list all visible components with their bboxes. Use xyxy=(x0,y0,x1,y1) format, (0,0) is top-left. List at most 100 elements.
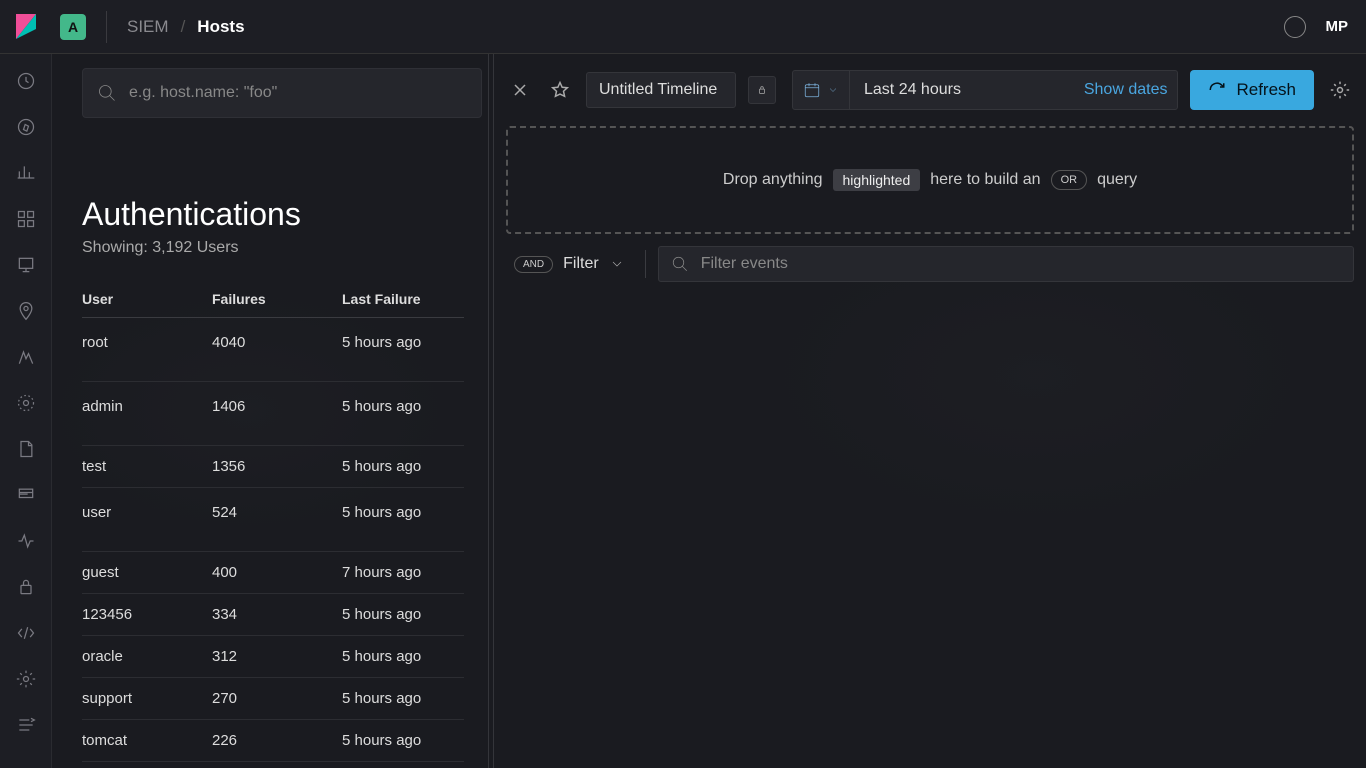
date-range-text: Last 24 hours xyxy=(850,81,1084,99)
table-row[interactable]: admin14065 hours ago xyxy=(82,382,464,446)
table-row[interactable]: test13565 hours ago xyxy=(82,446,464,488)
breadcrumb-sep: / xyxy=(181,17,186,37)
highlighted-pill: highlighted xyxy=(833,169,921,191)
main-area: Authentications Showing: 3,192 Users Use… xyxy=(52,54,1366,768)
close-timeline-button[interactable] xyxy=(506,76,534,104)
cell-last-failure: 5 hours ago xyxy=(342,334,464,351)
table-row[interactable]: user5245 hours ago xyxy=(82,488,464,552)
cell-user: root xyxy=(82,334,212,351)
divider xyxy=(106,11,107,43)
table-header: User Failures Last Failure xyxy=(82,281,464,318)
breadcrumb-hosts[interactable]: Hosts xyxy=(197,17,244,37)
maps-icon[interactable] xyxy=(15,300,37,322)
dev-tools-icon[interactable] xyxy=(15,622,37,644)
filter-row: AND Filter xyxy=(506,246,1354,282)
or-pill: OR xyxy=(1051,170,1088,190)
refresh-button[interactable]: Refresh xyxy=(1190,70,1314,110)
discover-icon[interactable] xyxy=(15,116,37,138)
filter-events-wrap[interactable] xyxy=(658,246,1354,282)
cell-user: oracle xyxy=(82,648,212,665)
visualize-icon[interactable] xyxy=(15,162,37,184)
filter-label: Filter xyxy=(563,255,599,273)
logs-icon[interactable] xyxy=(15,438,37,460)
favorite-star-icon[interactable] xyxy=(546,76,574,104)
drop-text-post: query xyxy=(1097,171,1137,189)
cell-failures: 226 xyxy=(212,732,342,749)
table-row[interactable]: oracle3125 hours ago xyxy=(82,636,464,678)
cell-last-failure: 5 hours ago xyxy=(342,606,464,623)
cell-failures: 4040 xyxy=(212,334,342,351)
cell-user: test xyxy=(82,458,212,475)
collapse-icon[interactable] xyxy=(15,714,37,736)
cell-user: support xyxy=(82,690,212,707)
col-user[interactable]: User xyxy=(82,291,212,307)
cell-failures: 334 xyxy=(212,606,342,623)
table-row[interactable]: tomcat2265 hours ago xyxy=(82,720,464,762)
search-icon xyxy=(97,83,117,103)
cell-user: 123456 xyxy=(82,606,212,623)
panel-title: Authentications xyxy=(82,196,488,233)
cell-failures: 312 xyxy=(212,648,342,665)
cell-last-failure: 5 hours ago xyxy=(342,504,464,521)
siem-icon[interactable] xyxy=(15,576,37,598)
breadcrumb-siem[interactable]: SIEM xyxy=(127,17,169,37)
cell-user: tomcat xyxy=(82,732,212,749)
timeline-header: Last 24 hours Show dates Refresh xyxy=(506,68,1354,112)
left-nav-rail xyxy=(0,54,52,768)
col-failures[interactable]: Failures xyxy=(212,291,342,307)
panel-subtitle: Showing: 3,192 Users xyxy=(82,239,488,257)
query-dropzone[interactable]: Drop anything highlighted here to build … xyxy=(506,126,1354,234)
kibana-logo[interactable] xyxy=(10,11,42,43)
ml-icon[interactable] xyxy=(15,346,37,368)
filter-events-input[interactable] xyxy=(701,255,1341,273)
timeline-title-input[interactable] xyxy=(586,72,736,108)
newsfeed-icon[interactable] xyxy=(1284,16,1306,38)
dashboard-icon[interactable] xyxy=(15,208,37,230)
user-avatar[interactable]: MP xyxy=(1326,18,1349,35)
space-badge[interactable]: A xyxy=(60,14,86,40)
divider xyxy=(645,250,646,278)
and-filter-dropdown[interactable]: AND Filter xyxy=(506,249,633,279)
cell-failures: 400 xyxy=(212,564,342,581)
table-row[interactable]: 1234563345 hours ago xyxy=(82,594,464,636)
show-dates-link[interactable]: Show dates xyxy=(1084,81,1168,99)
cell-last-failure: 5 hours ago xyxy=(342,398,464,415)
infra-icon[interactable] xyxy=(15,392,37,414)
chevron-down-icon xyxy=(827,84,839,96)
cell-last-failure: 5 hours ago xyxy=(342,458,464,475)
drop-text-mid: here to build an xyxy=(930,171,1040,189)
chevron-down-icon xyxy=(609,256,625,272)
stack-mgmt-icon[interactable] xyxy=(15,668,37,690)
lock-button[interactable] xyxy=(748,76,776,104)
uptime-icon[interactable] xyxy=(15,530,37,552)
apm-icon[interactable] xyxy=(15,484,37,506)
cell-last-failure: 5 hours ago xyxy=(342,690,464,707)
and-badge: AND xyxy=(514,256,553,273)
timeline-pane: Last 24 hours Show dates Refresh Drop an… xyxy=(494,54,1366,768)
table-row[interactable]: root40405 hours ago xyxy=(82,318,464,382)
date-picker[interactable]: Last 24 hours Show dates xyxy=(792,70,1178,110)
top-bar: A SIEM / Hosts MP xyxy=(0,0,1366,54)
cell-last-failure: 5 hours ago xyxy=(342,732,464,749)
calendar-icon[interactable] xyxy=(793,71,850,109)
timeline-settings-button[interactable] xyxy=(1326,76,1354,104)
cell-user: guest xyxy=(82,564,212,581)
drop-text-pre: Drop anything xyxy=(723,171,823,189)
cell-failures: 524 xyxy=(212,504,342,521)
cell-user: admin xyxy=(82,398,212,415)
search-icon xyxy=(671,255,689,273)
cell-failures: 270 xyxy=(212,690,342,707)
col-last-failure[interactable]: Last Failure xyxy=(342,291,464,307)
hosts-pane: Authentications Showing: 3,192 Users Use… xyxy=(52,54,488,768)
recent-icon[interactable] xyxy=(15,70,37,92)
table-row[interactable]: support2705 hours ago xyxy=(82,678,464,720)
kql-input[interactable] xyxy=(129,84,467,102)
cell-user: user xyxy=(82,504,212,521)
table-row[interactable]: guest4007 hours ago xyxy=(82,552,464,594)
auth-table: User Failures Last Failure root40405 hou… xyxy=(82,281,464,762)
refresh-label: Refresh xyxy=(1236,80,1296,100)
cell-last-failure: 5 hours ago xyxy=(342,648,464,665)
canvas-icon[interactable] xyxy=(15,254,37,276)
kql-search[interactable] xyxy=(82,68,482,118)
cell-failures: 1406 xyxy=(212,398,342,415)
